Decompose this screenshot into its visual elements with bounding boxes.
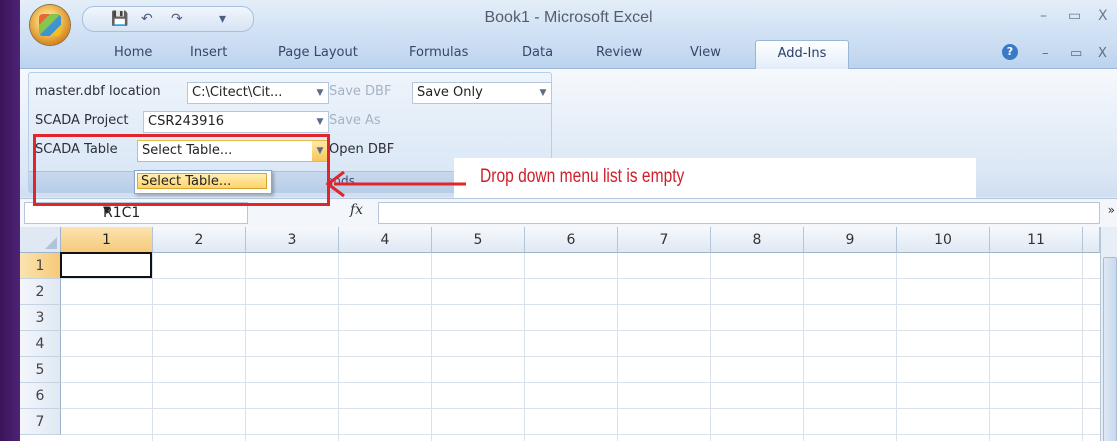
grid-line — [152, 253, 153, 441]
row-header[interactable]: 7 — [20, 409, 61, 435]
save-as-button[interactable]: Save As — [329, 113, 381, 128]
maximize-icon[interactable]: ▭ — [1068, 8, 1081, 24]
tab-insert[interactable]: Insert — [190, 45, 227, 60]
chevron-down-icon[interactable]: ▼ — [312, 83, 328, 103]
grid-line — [896, 253, 897, 441]
row-header[interactable]: 5 — [20, 357, 61, 383]
master-dbf-combo[interactable]: C:\Citect\Cit... ▼ — [187, 82, 329, 104]
master-dbf-label: master.dbf location — [35, 84, 161, 99]
annotation-arrow-icon — [325, 170, 466, 198]
tab-data[interactable]: Data — [522, 45, 553, 60]
column-header[interactable]: 11 — [990, 227, 1083, 253]
vertical-scrollbar[interactable] — [1100, 227, 1117, 441]
scada-project-combo[interactable]: CSR243916 ▼ — [143, 111, 329, 133]
column-header[interactable]: 8 — [711, 227, 804, 253]
grid-line — [61, 330, 1100, 331]
column-header[interactable]: 7 — [618, 227, 711, 253]
tab-formulas[interactable]: Formulas — [409, 45, 468, 60]
save-mode-value: Save Only — [417, 85, 483, 100]
tab-home[interactable]: Home — [114, 45, 152, 60]
grid-line — [61, 304, 1100, 305]
worksheet-grid[interactable]: 1 2 3 4 5 6 7 8 9 10 11 1 2 3 4 5 6 7 — [20, 227, 1100, 441]
select-all-icon — [45, 237, 57, 249]
tab-review[interactable]: Review — [596, 45, 642, 60]
column-header-partial[interactable] — [1083, 227, 1100, 253]
scrollbar-thumb[interactable] — [1103, 257, 1117, 441]
grid-line — [61, 434, 1100, 435]
row-header[interactable]: 4 — [20, 331, 61, 357]
grid-line — [61, 408, 1100, 409]
column-header[interactable]: 5 — [432, 227, 525, 253]
close-icon[interactable]: X — [1098, 8, 1108, 24]
grid-line — [245, 253, 246, 441]
column-header[interactable]: 1 — [61, 227, 153, 253]
tab-add-ins[interactable]: Add-Ins — [755, 40, 849, 69]
ribbon-restore-icon[interactable]: ▭ — [1070, 46, 1082, 61]
grid-line — [431, 253, 432, 441]
scada-project-label: SCADA Project — [35, 113, 129, 128]
column-header[interactable]: 4 — [339, 227, 432, 253]
ribbon-close-icon[interactable]: X — [1098, 46, 1107, 61]
highlight-box — [33, 134, 330, 206]
column-header[interactable]: 9 — [804, 227, 897, 253]
scada-project-value: CSR243916 — [148, 114, 224, 129]
window-title: Book1 - Microsoft Excel — [484, 9, 653, 26]
master-dbf-value: C:\Citect\Cit... — [192, 85, 283, 100]
grid-line — [710, 253, 711, 441]
tab-page-layout[interactable]: Page Layout — [278, 45, 358, 60]
help-icon[interactable]: ? — [1002, 44, 1018, 60]
row-header[interactable]: 2 — [20, 279, 61, 305]
chevron-down-icon[interactable]: ▼ — [535, 83, 551, 103]
active-cell[interactable] — [60, 252, 152, 278]
save-mode-combo[interactable]: Save Only ▼ — [412, 82, 552, 104]
expand-formula-bar-icon[interactable]: » — [1108, 203, 1115, 217]
chevron-down-icon[interactable]: ▼ — [103, 205, 241, 216]
grid-line — [61, 278, 1100, 279]
open-dbf-button[interactable]: Open DBF — [329, 142, 394, 157]
grid-line — [524, 253, 525, 441]
minimize-icon[interactable]: – — [1040, 8, 1047, 24]
chevron-down-icon[interactable]: ▼ — [312, 112, 328, 132]
grid-line — [61, 382, 1100, 383]
formula-input[interactable] — [378, 202, 1100, 224]
column-header[interactable]: 6 — [525, 227, 618, 253]
office-button[interactable] — [30, 5, 70, 45]
grid-line — [1082, 253, 1083, 441]
column-header[interactable]: 3 — [246, 227, 339, 253]
grid-line — [61, 356, 1100, 357]
ribbon-minimize-icon[interactable]: – — [1042, 46, 1049, 61]
grid-line — [617, 253, 618, 441]
column-header[interactable]: 10 — [897, 227, 990, 253]
column-header[interactable]: 2 — [153, 227, 246, 253]
grid-line — [803, 253, 804, 441]
office-logo-icon — [39, 14, 61, 36]
title-bar: 💾 ↶ ↷ ▾ Book1 - Microsoft Excel – ▭ X — [20, 0, 1117, 38]
save-dbf-button[interactable]: Save DBF — [329, 84, 391, 99]
ribbon-tabs: Home Insert Page Layout Formulas Data Re… — [20, 38, 1117, 69]
tab-view[interactable]: View — [690, 45, 721, 60]
excel-window: 💾 ↶ ↷ ▾ Book1 - Microsoft Excel – ▭ X Ho… — [20, 0, 1117, 441]
row-header[interactable]: 3 — [20, 305, 61, 331]
row-header[interactable]: 6 — [20, 383, 61, 409]
grid-line — [989, 253, 990, 441]
row-header[interactable]: 1 — [20, 253, 61, 279]
annotation-callout: Drop down menu list is empty — [454, 158, 976, 198]
annotation-text: Drop down menu list is empty — [480, 166, 685, 187]
select-all-button[interactable] — [20, 227, 61, 253]
grid-line — [338, 253, 339, 441]
insert-function-icon[interactable]: fx — [350, 202, 363, 218]
